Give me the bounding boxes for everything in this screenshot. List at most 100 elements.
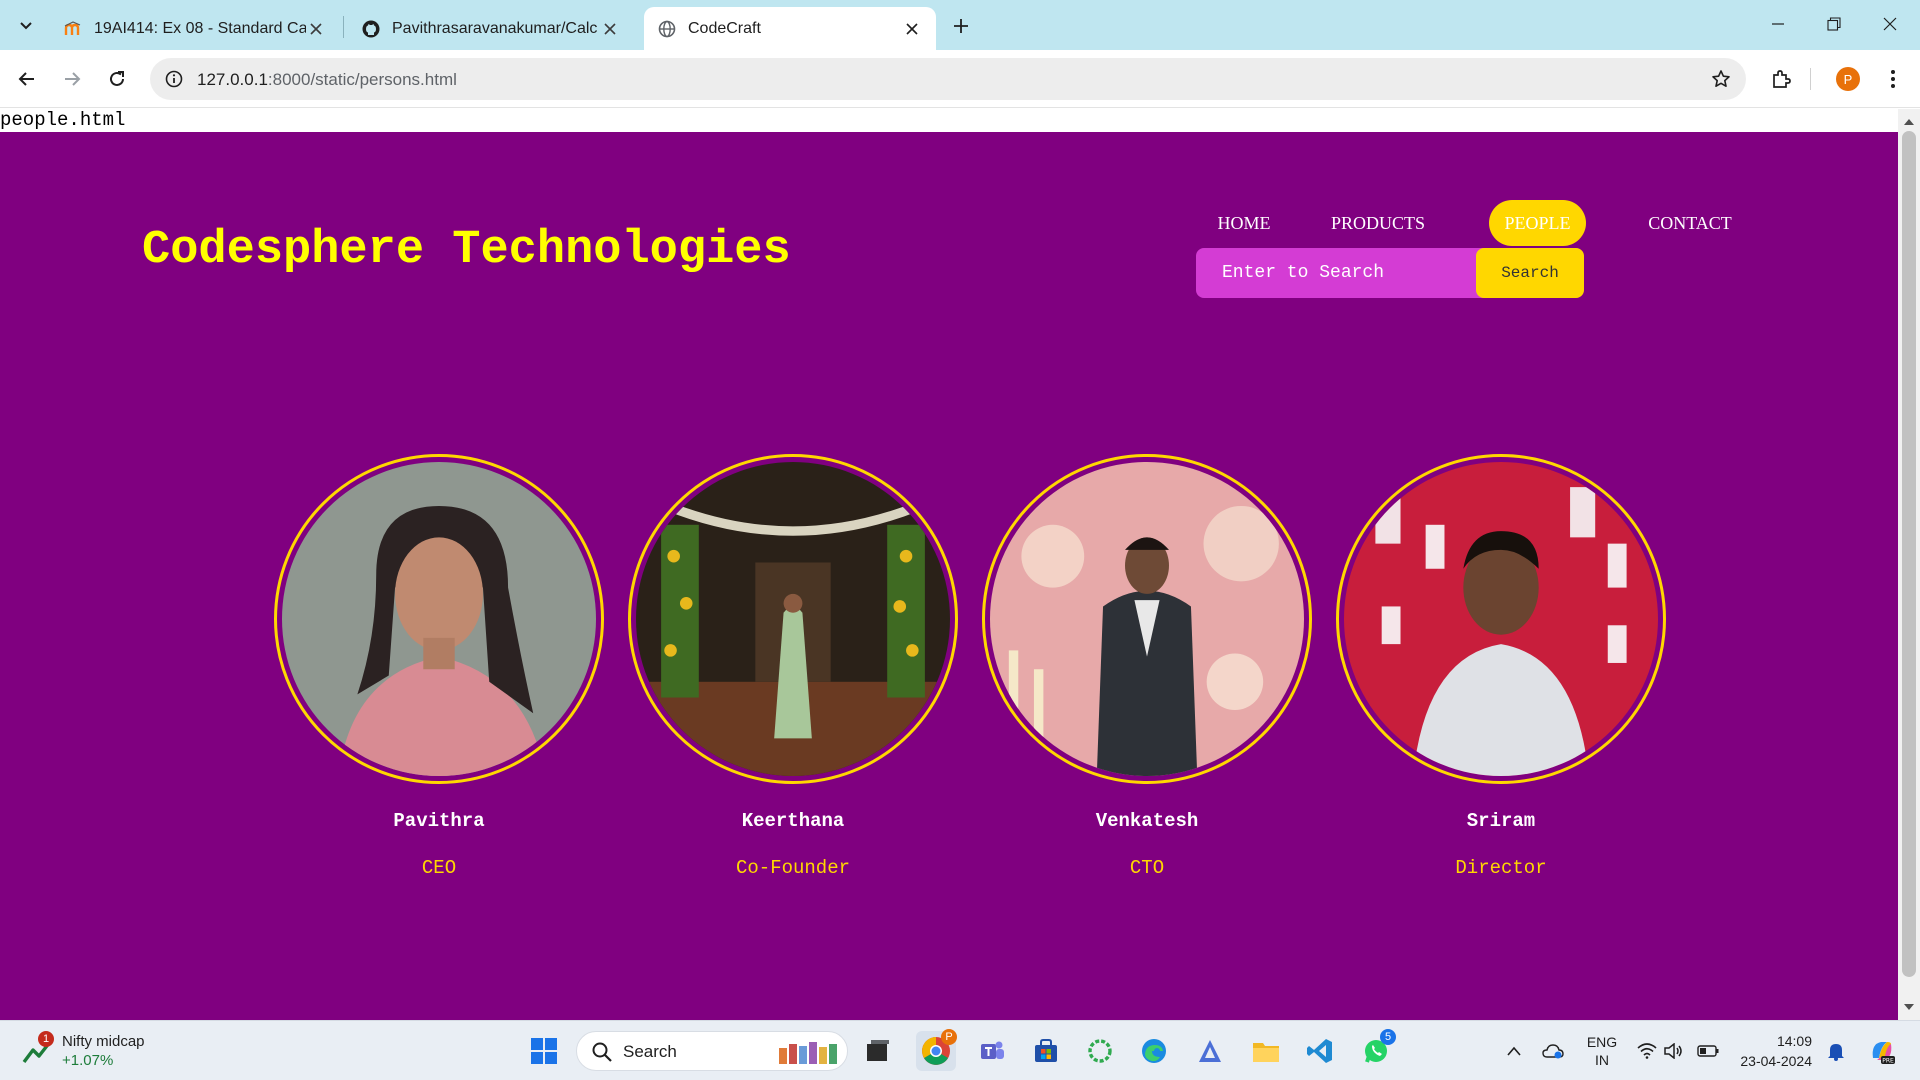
- language-line1: ENG: [1586, 1034, 1618, 1050]
- vscode-button[interactable]: [1300, 1031, 1340, 1071]
- arc-icon: [1199, 1040, 1221, 1062]
- clock-time: 14:09: [1776, 1033, 1812, 1049]
- back-button[interactable]: [10, 62, 44, 96]
- stocks-widget[interactable]: 1 Nifty midcap +1.07%: [22, 1031, 145, 1071]
- taskbar-search-label: Search: [623, 1042, 677, 1061]
- menu-button[interactable]: [1876, 62, 1910, 96]
- new-tab-button[interactable]: [947, 12, 975, 40]
- person-name: Sriram: [1466, 810, 1536, 832]
- edge-icon: [1142, 1039, 1166, 1063]
- tab-github[interactable]: Pavithrasaravanakumar/Calc: [348, 7, 634, 50]
- browser-toolbar: 127.0.0.1:8000/static/persons.html: [0, 50, 1920, 108]
- brand-title: Codesphere Technologies: [142, 224, 791, 277]
- search-input[interactable]: [1196, 248, 1486, 298]
- github-icon: [362, 20, 380, 38]
- edge-button[interactable]: [1134, 1031, 1174, 1071]
- chrome-taskbar-button[interactable]: P: [916, 1029, 957, 1071]
- avatar-ring: [1336, 454, 1666, 784]
- start-button[interactable]: [524, 1031, 564, 1071]
- close-window-button[interactable]: [1862, 0, 1918, 48]
- extensions-button[interactable]: [1764, 62, 1798, 96]
- clock[interactable]: 14:09 23-04-2024: [1736, 1031, 1812, 1071]
- file-explorer-button[interactable]: [1246, 1031, 1286, 1071]
- minimize-icon: [1772, 23, 1784, 25]
- kebab-menu-icon: [1891, 70, 1895, 88]
- portrait-photo: [636, 462, 950, 776]
- person-name: Keerthana: [741, 810, 845, 832]
- battery-tray[interactable]: [1696, 1021, 1720, 1080]
- person-role: CEO: [421, 857, 457, 879]
- language-line2: IN: [1595, 1052, 1609, 1068]
- minimize-button[interactable]: [1750, 0, 1806, 48]
- person-card: Sriram Director: [1336, 454, 1666, 879]
- avatar-ring: [982, 454, 1312, 784]
- store-icon: [1035, 1039, 1057, 1062]
- taskbar: 1 Nifty midcap +1.07% Search P 5 ENG IN …: [0, 1020, 1920, 1080]
- address-bar[interactable]: 127.0.0.1:8000/static/persons.html: [150, 58, 1746, 100]
- puzzle-icon: [1773, 70, 1791, 88]
- person-name: Pavithra: [393, 810, 485, 832]
- loading-app-button[interactable]: [1080, 1031, 1120, 1071]
- chrome-profile-badge: P: [941, 1029, 957, 1045]
- tab-title: Pavithrasaravanakumar/Calc: [392, 19, 598, 37]
- scroll-down-icon[interactable]: [1903, 1002, 1915, 1014]
- moodle-icon: [64, 20, 82, 38]
- nav-contact[interactable]: CONTACT: [1640, 200, 1740, 246]
- task-view-button[interactable]: [858, 1031, 898, 1071]
- person-role: Director: [1455, 857, 1547, 879]
- volume-tray[interactable]: [1662, 1021, 1684, 1080]
- store-button[interactable]: [1026, 1031, 1066, 1071]
- tab-title: 19AI414: Ex 08 - Standard Calcu: [94, 19, 306, 37]
- person-card: Venkatesh CTO: [982, 454, 1312, 879]
- toolbar-divider: [1810, 68, 1811, 90]
- person-card: Keerthana Co-Founder: [628, 454, 958, 879]
- scroll-up-icon[interactable]: [1903, 115, 1915, 127]
- url-text[interactable]: 127.0.0.1:8000/static/persons.html: [197, 70, 457, 90]
- nav-products[interactable]: PRODUCTS: [1320, 200, 1436, 246]
- search-button[interactable]: Search: [1476, 248, 1584, 298]
- restore-button[interactable]: [1806, 0, 1862, 48]
- teams-button[interactable]: [972, 1031, 1012, 1071]
- taskbar-search-box[interactable]: Search: [576, 1031, 848, 1071]
- vertical-scrollbar[interactable]: [1898, 109, 1920, 1020]
- nav-people[interactable]: PEOPLE: [1489, 200, 1586, 246]
- site-info-icon[interactable]: [160, 65, 188, 93]
- reload-button[interactable]: [100, 62, 134, 96]
- search-icon: [592, 1042, 612, 1062]
- show-hidden-icons-button[interactable]: [1500, 1021, 1528, 1080]
- search-highlight-icon: [779, 1042, 837, 1064]
- url-host: 127.0.0.1: [197, 70, 268, 89]
- avatar: [636, 462, 950, 776]
- copilot-button[interactable]: PRE: [1862, 1021, 1902, 1080]
- tab-moodle[interactable]: 19AI414: Ex 08 - Standard Calcu: [50, 7, 340, 50]
- close-icon[interactable]: [902, 19, 922, 39]
- notifications-button[interactable]: [1822, 1021, 1850, 1080]
- nav-home[interactable]: HOME: [1208, 200, 1280, 246]
- avatar-ring: [274, 454, 604, 784]
- person-card: Pavithra CEO: [274, 454, 604, 879]
- scroll-thumb[interactable]: [1902, 131, 1916, 977]
- wifi-tray[interactable]: [1636, 1021, 1658, 1080]
- battery-icon: [1697, 1045, 1719, 1057]
- whatsapp-button[interactable]: 5: [1356, 1029, 1396, 1071]
- language-indicator[interactable]: ENG IN: [1578, 1021, 1626, 1080]
- widget-badge: 1: [38, 1031, 54, 1047]
- close-icon[interactable]: [306, 19, 326, 39]
- forward-button[interactable]: [55, 62, 89, 96]
- person-name: Venkatesh: [1095, 810, 1199, 832]
- page-viewport: people.html Codesphere Technologies HOME…: [0, 109, 1920, 1020]
- svg-text:PRE: PRE: [1882, 1058, 1894, 1065]
- arc-app-button[interactable]: [1190, 1031, 1230, 1071]
- arrow-right-icon: [65, 72, 81, 86]
- portrait-photo: [990, 462, 1304, 776]
- tab-search-button[interactable]: [10, 9, 42, 41]
- globe-icon: [658, 20, 676, 38]
- profile-avatar[interactable]: P: [1836, 67, 1860, 91]
- onedrive-tray[interactable]: [1538, 1021, 1568, 1080]
- url-path: :8000/static/persons.html: [267, 70, 457, 89]
- tab-codecraft[interactable]: CodeCraft: [644, 7, 936, 50]
- bookmark-star-icon[interactable]: [1708, 66, 1734, 92]
- close-icon[interactable]: [600, 19, 620, 39]
- arrow-left-icon: [18, 72, 34, 86]
- chevron-down-icon: [20, 22, 32, 30]
